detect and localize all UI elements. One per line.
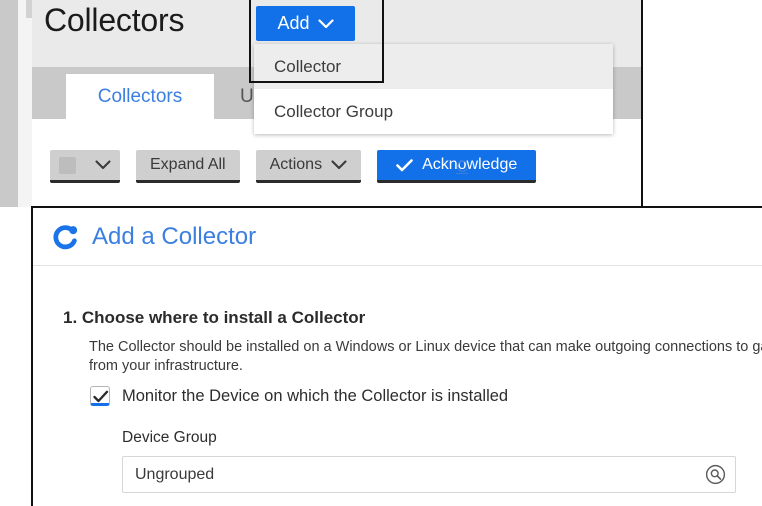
logicmonitor-logo-icon xyxy=(52,223,80,251)
device-group-label: Device Group xyxy=(122,429,217,447)
add-dropdown-menu: Collector Collector Group xyxy=(254,44,613,134)
select-all-checkbox-icon xyxy=(59,157,76,174)
tab-collectors[interactable]: Collectors xyxy=(66,74,214,119)
expand-all-button[interactable]: Expand All xyxy=(136,150,240,183)
screenshot-root: Collectors Collectors Upd Expand All xyxy=(0,0,762,506)
chevron-down-icon xyxy=(95,160,111,170)
page-title: Collectors xyxy=(44,2,184,39)
search-icon[interactable] xyxy=(705,464,726,485)
device-group-input[interactable] xyxy=(122,456,736,493)
step-title: 1. Choose where to install a Collector xyxy=(63,308,365,328)
menu-item-collector[interactable]: Collector xyxy=(254,44,613,89)
expand-all-label: Expand All xyxy=(150,156,226,174)
add-button-label: Add xyxy=(277,13,309,34)
check-icon xyxy=(93,390,109,404)
step-description: The Collector should be installed on a W… xyxy=(89,338,762,376)
clear-link[interactable]: C xyxy=(456,157,468,177)
monitor-device-checkbox-row[interactable]: Monitor the Device on which the Collecto… xyxy=(90,386,508,406)
app-shell: Collectors Collectors Upd Expand All xyxy=(0,0,643,207)
acknowledge-label: Acknowledge xyxy=(422,156,517,174)
add-collector-modal: Add a Collector 1. Choose where to insta… xyxy=(31,206,762,506)
add-button[interactable]: Add xyxy=(256,6,355,41)
modal-header: Add a Collector xyxy=(33,208,762,266)
actions-dropdown-button[interactable]: Actions xyxy=(256,150,361,183)
device-group-field-wrap xyxy=(122,456,736,493)
menu-item-collector-label: Collector xyxy=(274,57,341,77)
chevron-down-icon xyxy=(318,19,334,29)
actions-label: Actions xyxy=(270,156,322,174)
tab-collectors-label: Collectors xyxy=(98,86,182,108)
monitor-device-checkbox[interactable] xyxy=(90,386,110,406)
monitor-device-checkbox-label: Monitor the Device on which the Collecto… xyxy=(122,387,508,406)
menu-item-collector-group-label: Collector Group xyxy=(274,102,393,122)
modal-title: Add a Collector xyxy=(92,223,256,251)
check-icon xyxy=(396,159,413,172)
select-all-dropdown-button[interactable] xyxy=(50,150,120,183)
left-nav-rail xyxy=(0,0,18,207)
chevron-down-icon xyxy=(331,160,347,170)
left-nav-rail-light xyxy=(18,0,32,207)
menu-item-collector-group[interactable]: Collector Group xyxy=(254,89,613,134)
